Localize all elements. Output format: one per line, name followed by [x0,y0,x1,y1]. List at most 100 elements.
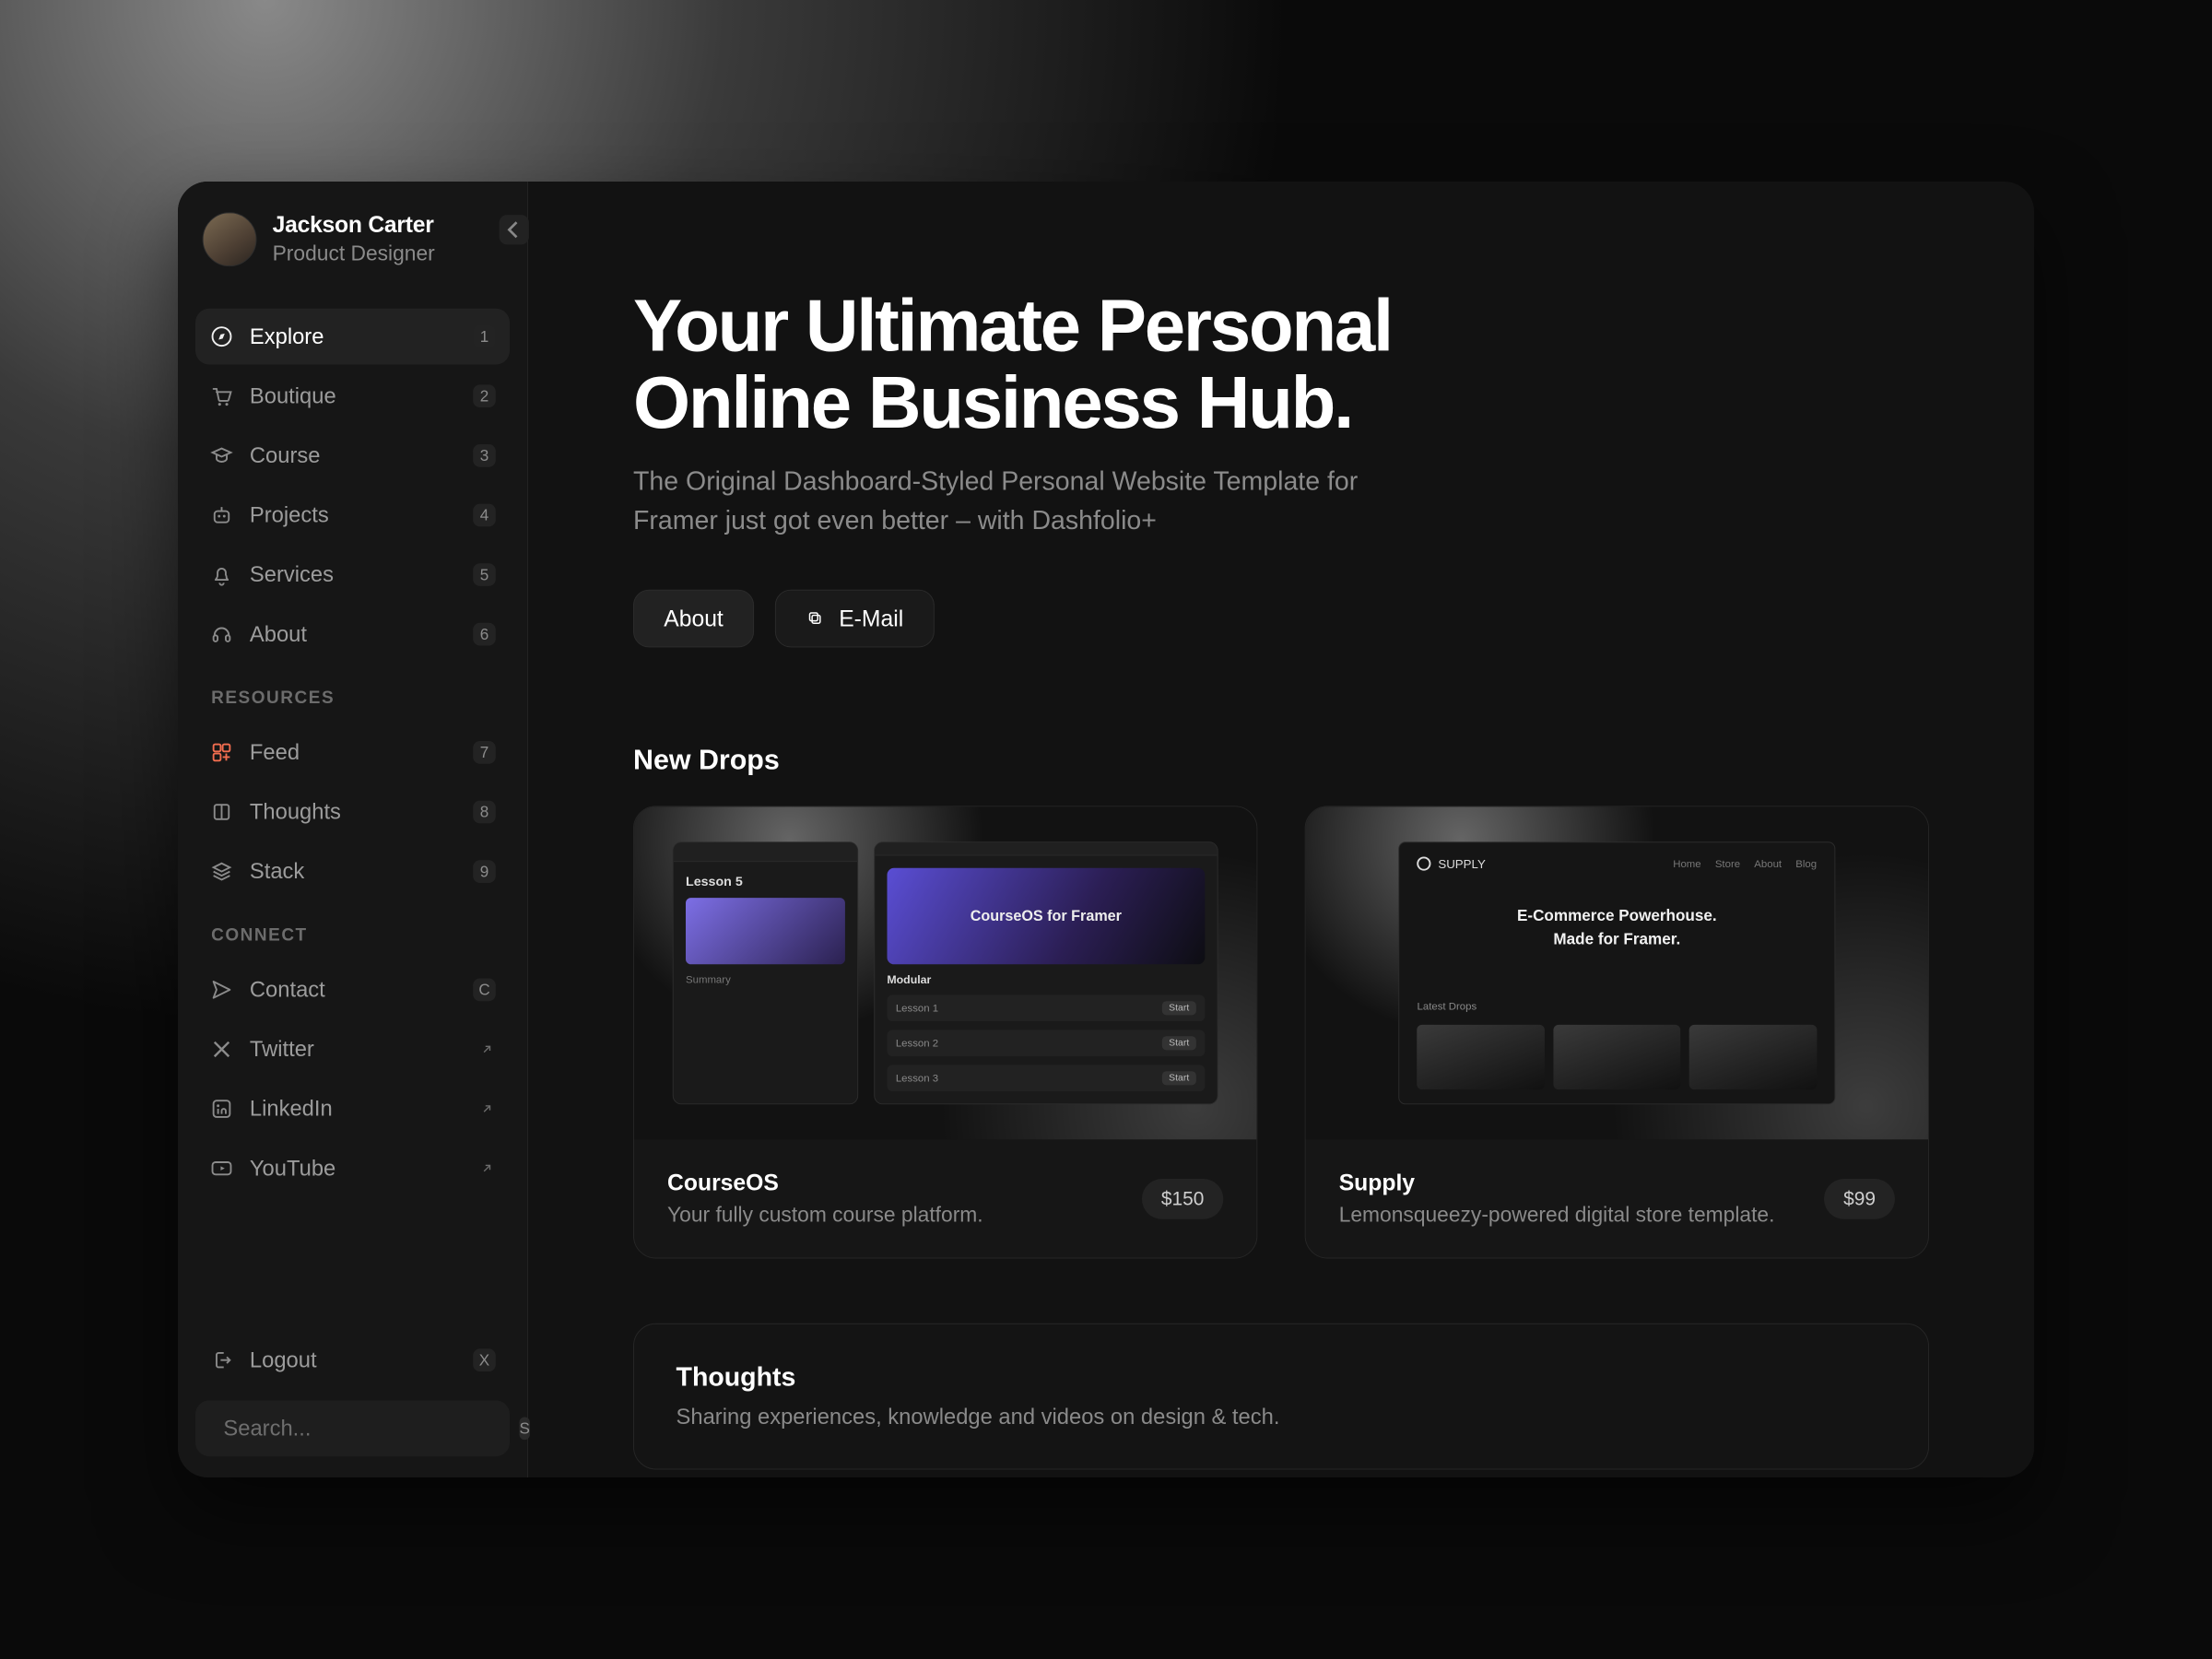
mock-window: CourseOS for Framer Modular Lesson 1 Star… [874,842,1218,1105]
external-link-icon [478,1159,496,1177]
sidebar-item-contact[interactable]: Contact C [195,961,510,1018]
youtube-icon [209,1156,234,1181]
nav-connect: Contact C Twitter LinkedIn YouTube [195,961,510,1196]
sidebar-item-label: LinkedIn [250,1096,463,1122]
mock-headline: Made for Framer. [1553,928,1680,952]
sidebar-item-course[interactable]: Course 3 [195,428,510,484]
shortcut-key: 3 [473,444,496,467]
sidebar-item-logout[interactable]: Logout X [195,1332,510,1388]
thoughts-title: Thoughts [677,1363,1887,1393]
linkedin-icon [209,1097,234,1122]
sidebar-item-label: Logout [250,1347,457,1373]
compass-icon [209,324,234,349]
sidebar-item-label: Stack [250,859,457,885]
sidebar-item-label: Services [250,562,457,588]
thoughts-desc: Sharing experiences, knowledge and video… [677,1406,1887,1431]
thoughts-section[interactable]: Thoughts Sharing experiences, knowledge … [633,1324,1929,1470]
main-content: Your Ultimate Personal Online Business H… [528,182,2034,1477]
card-meta: Supply Lemonsqueezy-powered digital stor… [1306,1140,1928,1258]
card-desc: Lemonsqueezy-powered digital store templ… [1339,1204,1807,1229]
app-frame: Jackson Carter Product Designer Explore … [178,182,2034,1477]
avatar [203,212,257,266]
drop-card-courseos[interactable]: Lesson 5 Summary CourseOS for Framer Mod… [633,806,1257,1259]
search-bar[interactable]: S [195,1400,510,1456]
graduation-icon [209,443,234,468]
profile-role: Product Designer [273,242,435,267]
cart-icon [209,383,234,408]
layers-icon [209,859,234,884]
section-heading-drops: New Drops [633,744,1929,776]
sidebar-item-label: Explore [250,324,457,349]
send-icon [209,978,234,1003]
mock-row-label: Lesson 3 [896,1073,938,1085]
sidebar-item-label: Twitter [250,1037,463,1063]
shortcut-key: S [520,1417,530,1440]
sidebar-item-label: Thoughts [250,799,457,825]
mock-brand: SUPPLY [1418,857,1486,871]
sidebar-item-label: Boutique [250,383,457,409]
mock-window: Lesson 5 Summary [673,842,858,1105]
price-badge: $150 [1142,1179,1223,1219]
mock-row-label: Lesson 1 [896,1003,938,1015]
mock-row-action: Start [1162,1037,1196,1051]
bell-icon [209,562,234,587]
mock-row-label: Lesson 2 [896,1038,938,1050]
drops-grid: Lesson 5 Summary CourseOS for Framer Mod… [633,806,1929,1259]
section-label-connect: CONNECT [195,900,510,961]
card-desc: Your fully custom course platform. [667,1204,1124,1229]
shortcut-key: 4 [473,504,496,527]
card-thumbnail: SUPPLY HomeStoreAboutBlog E-Commerce Pow… [1306,807,1928,1140]
mock-headline: E-Commerce Powerhouse. [1517,904,1717,928]
external-link-icon [478,1041,496,1058]
sidebar-item-label: Contact [250,977,457,1003]
sidebar-item-youtube[interactable]: YouTube [195,1140,510,1196]
mock-section: Modular [887,973,1205,986]
profile-name: Jackson Carter [273,211,435,238]
nav-primary: Explore 1 Boutique 2 Course 3 Projects 4… [195,309,510,663]
logout-icon [209,1347,234,1372]
sidebar-item-explore[interactable]: Explore 1 [195,309,510,365]
mock-strip-label: Latest Drops [1418,1001,1818,1013]
shortcut-key: C [473,979,496,1002]
mock-row-action: Start [1162,1002,1196,1016]
search-input[interactable] [223,1416,505,1441]
sidebar-item-services[interactable]: Services 5 [195,547,510,603]
card-thumbnail: Lesson 5 Summary CourseOS for Framer Mod… [634,807,1256,1140]
sidebar-item-label: Course [250,443,457,469]
cta-row: About E-Mail [633,590,1929,648]
button-label: About [664,606,724,632]
sidebar-item-feed[interactable]: Feed 7 [195,724,510,781]
shortcut-key: 1 [473,325,496,348]
copy-icon [806,609,825,629]
sidebar-item-label: YouTube [250,1156,463,1182]
collapse-sidebar-button[interactable] [500,215,529,244]
mock-lesson-title: Lesson 5 [686,875,845,889]
shortcut-key: 9 [473,860,496,883]
sidebar: Jackson Carter Product Designer Explore … [178,182,528,1477]
mock-window: SUPPLY HomeStoreAboutBlog E-Commerce Pow… [1399,842,1835,1105]
card-title: Supply [1339,1170,1807,1196]
page-title: Your Ultimate Personal Online Business H… [633,287,1509,441]
sidebar-item-projects[interactable]: Projects 4 [195,488,510,544]
card-title: CourseOS [667,1170,1124,1196]
profile-block[interactable]: Jackson Carter Product Designer [195,211,510,273]
sidebar-item-stack[interactable]: Stack 9 [195,843,510,900]
about-button[interactable]: About [633,590,754,648]
robot-icon [209,503,234,528]
shortcut-key: 6 [473,623,496,646]
email-button[interactable]: E-Mail [775,590,935,648]
external-link-icon [478,1100,496,1118]
shortcut-key: 2 [473,384,496,407]
sidebar-item-boutique[interactable]: Boutique 2 [195,368,510,424]
shortcut-key: X [473,1348,496,1371]
sidebar-item-twitter[interactable]: Twitter [195,1021,510,1077]
drop-card-supply[interactable]: SUPPLY HomeStoreAboutBlog E-Commerce Pow… [1305,806,1929,1259]
section-label-resources: RESOURCES [195,663,510,724]
sidebar-item-linkedin[interactable]: LinkedIn [195,1081,510,1137]
sidebar-item-thoughts[interactable]: Thoughts 8 [195,784,510,841]
sidebar-item-about[interactable]: About 6 [195,606,510,663]
sidebar-item-label: Feed [250,740,457,766]
mock-hero: CourseOS for Framer [887,868,1205,965]
shortcut-key: 7 [473,741,496,764]
card-meta: CourseOS Your fully custom course platfo… [634,1140,1256,1258]
